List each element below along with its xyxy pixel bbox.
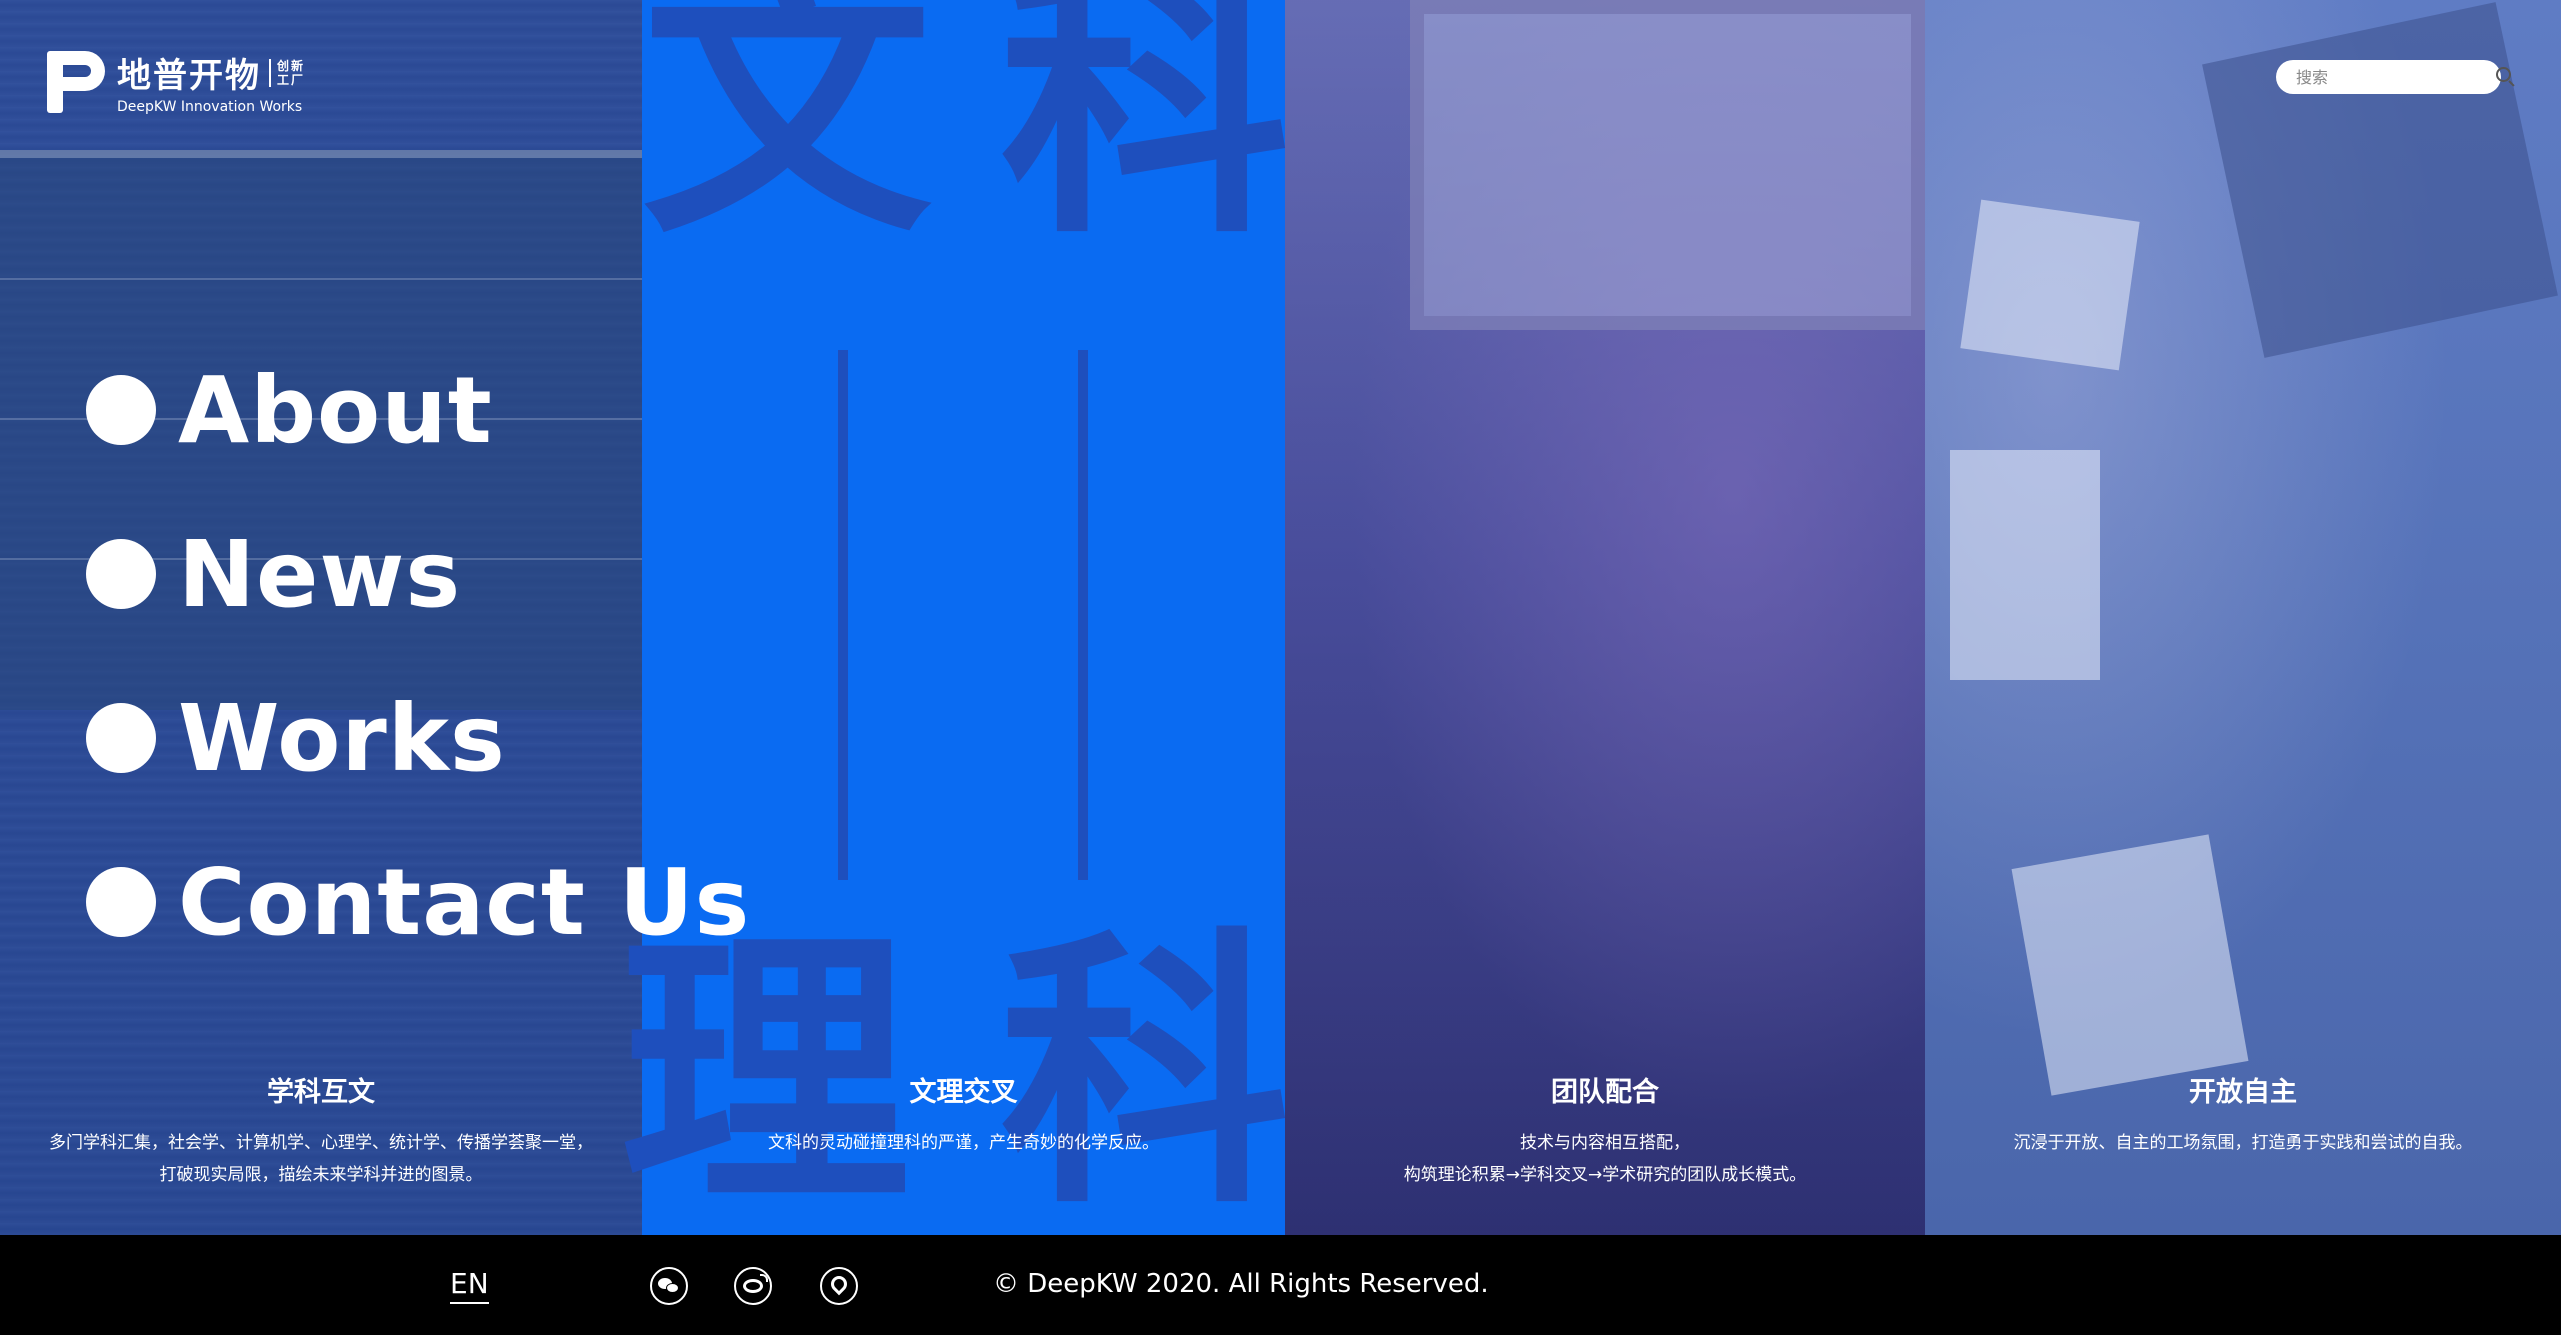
bullet-dot-icon	[86, 539, 156, 609]
bullet-dot-icon	[86, 375, 156, 445]
search-input[interactable]	[2296, 67, 2496, 87]
bullet-dot-icon	[86, 703, 156, 773]
logo-en-name: DeepKW Innovation Works	[117, 99, 303, 115]
panel-desc: 构筑理论积累→学科交叉→学术研究的团队成长模式。	[1403, 1165, 1807, 1185]
logo-cn-small-1: 创新	[277, 58, 306, 73]
panel-desc: 文科的灵动碰撞理科的严谨，产生奇妙的化学反应。	[768, 1133, 1159, 1153]
nav-contact-label: Contact Us	[178, 848, 751, 956]
nav-about[interactable]: About	[86, 357, 750, 464]
bullet-dot-icon	[86, 867, 156, 937]
site-logo[interactable]: 地普开物 创新 工厂 DeepKW Innovation Works	[47, 48, 305, 115]
panel-desc: 技术与内容相互搭配，	[1520, 1133, 1690, 1153]
decor-stroke	[1078, 350, 1088, 880]
location-icon[interactable]	[820, 1267, 858, 1305]
main-nav: About News Works Contact Us	[86, 357, 750, 1016]
panel-caption: 学科互文 多门学科汇集，社会学、计算机学、心理学、统计学、传播学荟聚一堂， 打破…	[0, 1070, 642, 1191]
search-box[interactable]	[2276, 60, 2515, 94]
laptop-image	[2202, 2, 2558, 358]
nav-contact[interactable]: Contact Us	[86, 849, 750, 956]
tablet-image	[1960, 199, 2140, 371]
panel-desc: 打破现实局限，描绘未来学科并进的图景。	[159, 1165, 483, 1185]
nav-about-label: About	[178, 356, 493, 464]
panel-desc: 沉浸于开放、自主的工场氛围，打造勇于实践和尝试的自我。	[2013, 1133, 2473, 1153]
panel-title: 团队配合	[1551, 1077, 1659, 1108]
panel-caption: 团队配合 技术与内容相互搭配， 构筑理论积累→学科交叉→学术研究的团队成长模式。	[1285, 1070, 1925, 1191]
logo-mark-icon	[47, 50, 107, 113]
panel-title: 学科互文	[267, 1077, 375, 1108]
panel-caption: 文理交叉 文科的灵动碰撞理科的严谨，产生奇妙的化学反应。	[642, 1070, 1285, 1159]
nav-news-label: News	[178, 520, 462, 628]
weibo-icon[interactable]	[734, 1267, 772, 1305]
chart-paper-image	[2011, 834, 2249, 1096]
copyright-text: © DeepKW 2020. All Rights Reserved.	[993, 1269, 1489, 1299]
calligraphy-char: 文	[642, 0, 932, 273]
wechat-icon[interactable]	[650, 1267, 688, 1305]
notebook-image	[1950, 450, 2100, 680]
panel-title: 文理交叉	[909, 1077, 1018, 1108]
panel-title: 开放自主	[2189, 1077, 2297, 1108]
panel-caption: 开放自主 沉浸于开放、自主的工场氛围，打造勇于实践和尝试的自我。	[1925, 1070, 2561, 1159]
window-image	[1410, 0, 1925, 330]
site-footer: EN © DeepKW 2020. All Rights Reserved.	[0, 1235, 2561, 1335]
logo-cn-small-2: 工厂	[277, 72, 306, 87]
nav-news[interactable]: News	[86, 521, 750, 628]
panel-desc: 多门学科汇集，社会学、计算机学、心理学、统计学、传播学荟聚一堂，	[49, 1133, 593, 1153]
decor-stroke	[838, 350, 848, 880]
nav-works[interactable]: Works	[86, 685, 750, 792]
nav-works-label: Works	[178, 684, 506, 792]
language-switch[interactable]: EN	[450, 1267, 489, 1304]
calligraphy-char: 科	[1000, 0, 1290, 273]
logo-cn-name: 地普开物	[117, 56, 261, 96]
